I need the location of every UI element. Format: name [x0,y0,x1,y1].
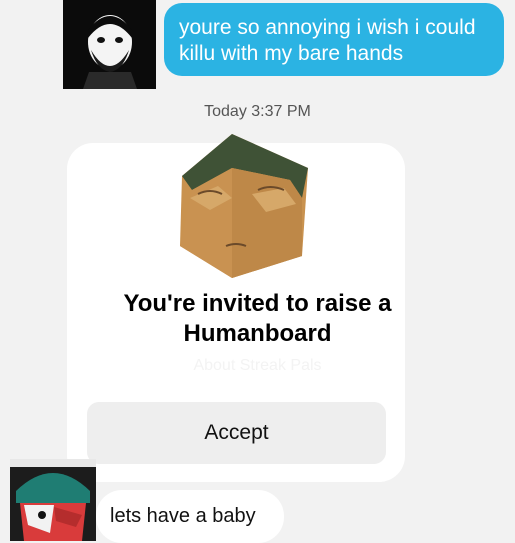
outgoing-message-text: youre so annoying i wish i could killu w… [179,16,476,65]
outgoing-message-bubble[interactable]: youre so annoying i wish i could killu w… [164,3,504,76]
about-streak-pals-link[interactable]: About Streak Pals [0,357,515,375]
incoming-message-text: lets have a baby [110,505,256,527]
helmet-character-avatar-icon [10,459,96,541]
accept-button[interactable]: Accept [87,402,386,464]
invite-title-line2: Humanboard [183,320,332,347]
invite-title: You're invited to raise a Humanboard [0,289,515,349]
humanboard-mascot [170,128,310,285]
invite-title-line1: You're invited to raise a [123,290,392,317]
humanboard-face-icon [180,134,308,278]
message-timestamp: Today 3:37 PM [204,103,311,120]
incoming-message-bubble[interactable]: lets have a baby [96,490,284,543]
recipient-avatar[interactable] [10,459,96,541]
sender-avatar[interactable] [63,0,156,89]
bearded-man-avatar-icon [63,0,156,89]
